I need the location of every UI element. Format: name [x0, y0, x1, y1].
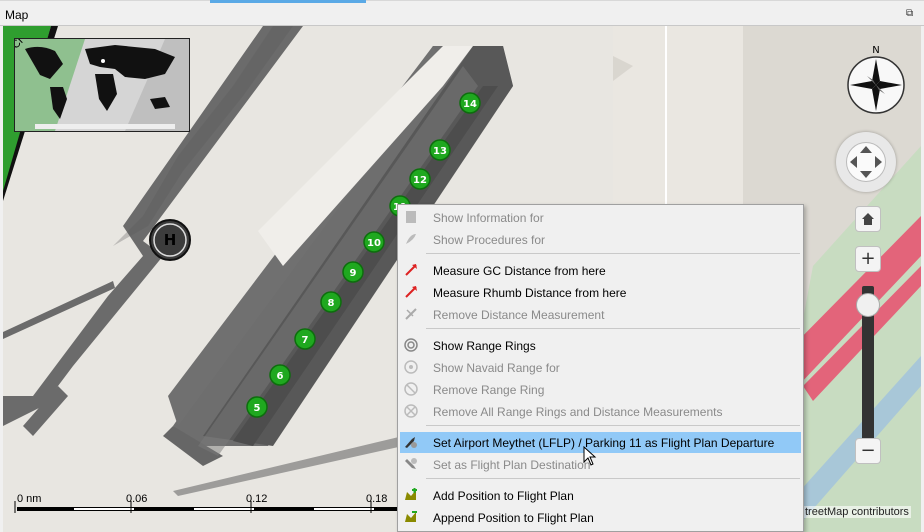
world-map-image	[15, 39, 189, 131]
menu-item-remove-distance[interactable]: Remove Distance Measurement	[400, 304, 801, 325]
menu-item-label: Remove Range Ring	[433, 383, 545, 397]
menu-item-show-information[interactable]: Show Information for	[400, 207, 801, 228]
menu-item-show-procedures[interactable]: Show Procedures for	[400, 229, 801, 250]
zoom-slider-handle[interactable]	[856, 293, 880, 318]
menu-item-show-range-rings[interactable]: Show Range Rings	[400, 335, 801, 356]
menu-item-append-position[interactable]: Append Position to Flight Plan	[400, 507, 801, 528]
add-position-icon	[405, 488, 417, 500]
menu-item-remove-range-ring[interactable]: Remove Range Ring	[400, 379, 801, 400]
menu-item-remove-all-rings[interactable]: Remove All Range Rings and Distance Meas…	[400, 401, 801, 422]
menu-item-label: Add Position to Flight Plan	[433, 489, 574, 503]
remove-measure-icon	[405, 308, 417, 320]
parking-spot-label: 13	[433, 146, 447, 157]
scale-bar: 0 nm 0.06 0.12 0.18	[14, 491, 404, 517]
menu-item-show-navaid-range[interactable]: Show Navaid Range for	[400, 357, 801, 378]
info-doc-icon	[406, 211, 416, 223]
remove-all-rings-icon	[404, 404, 418, 418]
menu-item-label: Set as Flight Plan Destination	[433, 458, 591, 472]
pan-arrows-icon	[850, 146, 882, 178]
parking-spot-13[interactable]: 13	[429, 139, 451, 161]
parking-spot-12[interactable]: 12	[409, 168, 431, 190]
append-position-icon	[405, 511, 417, 522]
parking-spot-label: 6	[277, 371, 284, 382]
parking-spot-label: 8	[328, 298, 335, 309]
active-tab-indicator	[210, 0, 366, 3]
menu-item-label: Measure GC Distance from here	[433, 264, 606, 278]
menu-item-label: Show Navaid Range for	[433, 361, 560, 375]
parking-spot-10[interactable]: 10	[363, 231, 385, 253]
remove-range-ring-icon	[404, 382, 418, 396]
scale-bar-graphic	[14, 501, 401, 513]
menu-item-label: Remove All Range Rings and Distance Meas…	[433, 405, 723, 419]
navaid-range-icon	[404, 360, 418, 374]
measure-gc-icon	[405, 264, 417, 276]
procedures-icon	[406, 234, 416, 244]
float-window-icon[interactable]: ⧉	[906, 9, 916, 19]
parking-spot-7[interactable]: 7	[294, 328, 316, 350]
parking-spot-label: 7	[302, 335, 309, 346]
parking-spot-label: 14	[463, 99, 477, 110]
menu-separator	[426, 253, 800, 254]
menu-item-label: Remove Distance Measurement	[433, 308, 605, 322]
scale-label-3: 0.18	[366, 493, 388, 505]
home-button[interactable]	[855, 206, 881, 232]
measure-rhumb-icon	[405, 286, 417, 298]
map-dock-titlebar: Map ⧉	[0, 0, 924, 26]
menu-item-add-position[interactable]: Add Position to Flight Plan	[400, 485, 801, 506]
pan-control-inner	[846, 142, 886, 182]
range-rings-icon	[404, 338, 418, 352]
scale-label-1: 0.06	[126, 493, 148, 505]
zoom-out-button[interactable]: −	[855, 438, 881, 464]
zoom-in-button[interactable]: +	[855, 246, 881, 272]
overview-world-map[interactable]: Cr	[14, 38, 190, 132]
parking-spot-9[interactable]: 9	[342, 261, 364, 283]
menu-item-set-departure[interactable]: Set Airport Meythet (LFLP) / Parking 11 …	[400, 432, 801, 453]
dock-title: Map	[5, 8, 29, 22]
scale-label-2: 0.12	[246, 493, 268, 505]
compass-rose[interactable]: N	[845, 44, 907, 114]
parking-spot-label: 10	[367, 238, 381, 249]
menu-item-measure-rhumb[interactable]: Measure Rhumb Distance from here	[400, 282, 801, 303]
helipad-label: H	[164, 231, 177, 249]
map-attribution[interactable]: treetMap contributors	[803, 506, 911, 518]
parking-spot-label: 9	[350, 268, 357, 279]
menu-item-label: Set Airport Meythet (LFLP) / Parking 11 …	[433, 436, 775, 450]
top-border	[0, 0, 924, 1]
home-icon	[862, 213, 874, 225]
menu-separator	[426, 425, 800, 426]
menu-item-label: Show Information for	[433, 211, 544, 225]
menu-item-label: Append Position to Flight Plan	[433, 511, 594, 525]
menu-item-label: Measure Rhumb Distance from here	[433, 286, 627, 300]
parking-spot-8[interactable]: 8	[320, 291, 342, 313]
menu-item-label: Show Range Rings	[433, 339, 536, 353]
menu-item-label: Show Procedures for	[433, 233, 546, 247]
compass-icon: N	[847, 45, 905, 114]
compass-north-label: N	[872, 45, 879, 56]
menu-separator	[426, 328, 800, 329]
menu-item-measure-gc[interactable]: Measure GC Distance from here	[400, 260, 801, 281]
mouse-cursor-icon	[583, 446, 597, 466]
parking-spot-14[interactable]: 14	[459, 92, 481, 114]
context-menu: Show Information for Show Procedures for…	[397, 204, 804, 532]
pan-control[interactable]	[836, 132, 896, 192]
parking-spot-5[interactable]: 5	[246, 396, 268, 418]
parking-spot-6[interactable]: 6	[269, 364, 291, 386]
parking-spot-label: 12	[413, 175, 427, 186]
menu-item-set-destination[interactable]: Set as Flight Plan Destination	[400, 454, 801, 475]
set-destination-icon	[405, 458, 417, 469]
parking-spot-label: 5	[254, 403, 261, 414]
zoom-control: + −	[855, 200, 885, 470]
menu-separator	[426, 478, 800, 479]
set-departure-icon	[405, 437, 417, 448]
scale-label-0: 0 nm	[17, 493, 42, 505]
